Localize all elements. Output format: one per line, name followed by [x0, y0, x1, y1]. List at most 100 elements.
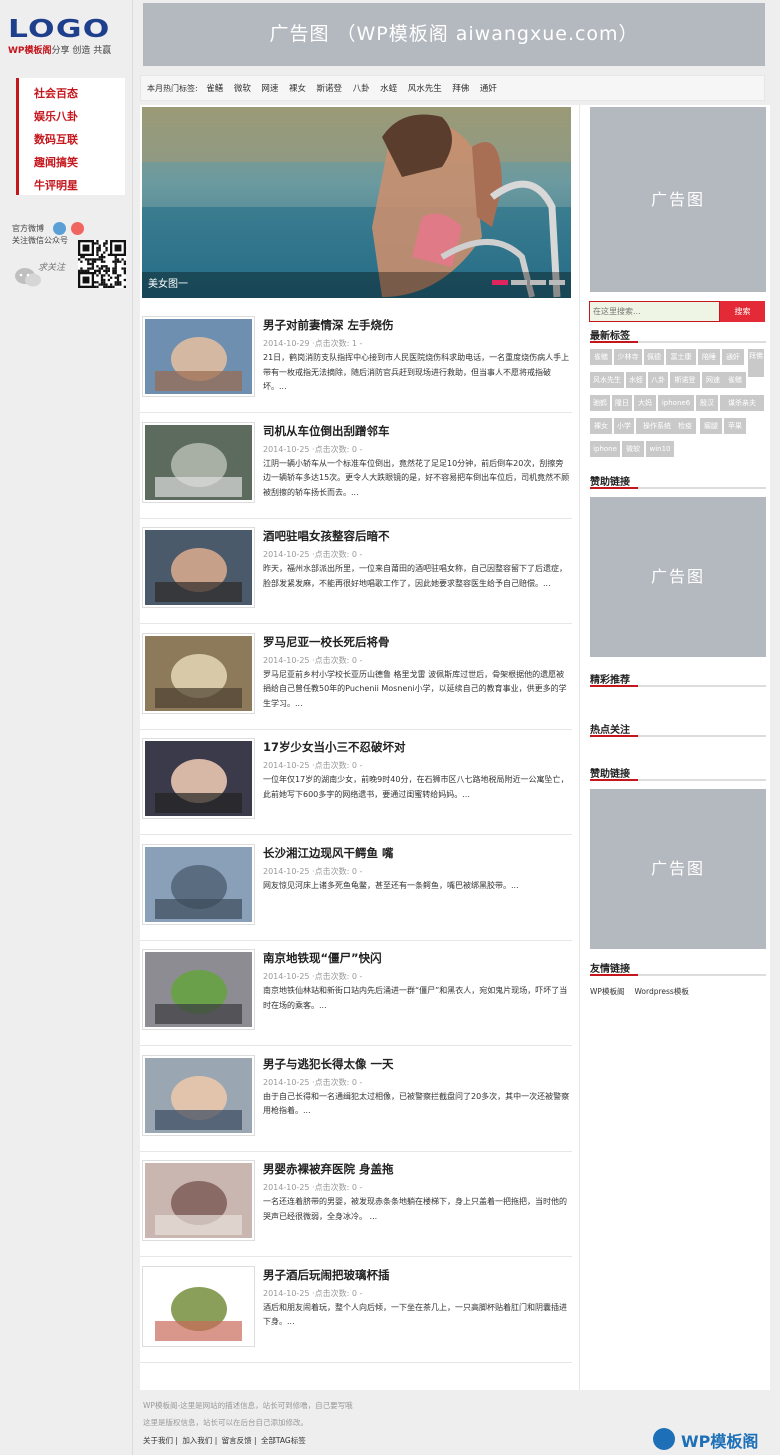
footer-links: 关于我们 | 加入我们 | 留言反馈 | 全部TAG标签 [143, 1435, 306, 1446]
post-title[interactable]: 南京地铁现“僵尸”快闪 [263, 950, 382, 966]
hot-tag[interactable]: 水蛭 [380, 84, 397, 94]
latest-tag[interactable]: 少林寺 [614, 349, 642, 365]
latest-tag[interactable]: 微软 [622, 441, 644, 457]
latest-tag[interactable]: 雀鳝 [590, 349, 612, 365]
latest-tag[interactable]: 网速 [702, 372, 724, 388]
post-thumbnail[interactable] [142, 527, 255, 608]
latest-tag[interactable]: 操作系统 [636, 418, 678, 434]
hot-title: 热点关注 [590, 721, 766, 737]
latest-tag[interactable]: 通奸 [722, 349, 744, 365]
latest-tag[interactable]: win10 [646, 441, 674, 457]
hot-tag[interactable]: 斯诺登 [317, 84, 343, 94]
post-meta: 2014-10-29 ·点击次数: 1 - [263, 339, 363, 348]
post-item: 男子对前妻情深 左手烧伤 2014-10-29 ·点击次数: 1 - 21日，鹤岗消… [140, 308, 572, 413]
post-title[interactable]: 长沙湘江边现风干鳄鱼 嘴 [263, 845, 394, 861]
post-title[interactable]: 司机从车位倒出刮蹭邻车 [263, 423, 390, 439]
latest-tag[interactable]: 苹果 [724, 418, 746, 434]
slider-dot[interactable] [492, 280, 508, 285]
latest-tag[interactable]: 殷汉 [696, 395, 718, 411]
latest-tag[interactable]: 水蛭 [626, 372, 646, 388]
post-thumbnail[interactable] [142, 949, 255, 1030]
latest-tag[interactable]: 八卦 [648, 372, 668, 388]
latest-tag[interactable]: 瘸腿 [700, 418, 722, 434]
nav-item-digital[interactable]: 数码互联 [34, 128, 125, 151]
site-logo[interactable]: LOGO WP模板阁分享 创造 共赢 [8, 16, 130, 61]
footer-description: WP模板阁-这里是网站的描述信息，站长可到修噜，自己要写哦 [143, 1401, 353, 1410]
nav-item-funny[interactable]: 趣闻搞笑 [34, 151, 125, 174]
post-title[interactable]: 罗马尼亚一校长死后将骨 [263, 634, 390, 650]
post-thumbnail[interactable] [142, 738, 255, 819]
sina-weibo-icon[interactable] [71, 222, 85, 235]
post-meta: 2014-10-25 ·点击次数: 0 - [263, 761, 363, 770]
post-thumbnail[interactable] [142, 632, 255, 714]
latest-tag[interactable]: 陪睡 [698, 349, 720, 365]
hot-tag[interactable]: 通奸 [480, 84, 497, 94]
post-meta: 2014-10-25 ·点击次数: 0 - [263, 1183, 363, 1192]
latest-tag[interactable]: 驰鹤 [590, 395, 610, 411]
post-title[interactable]: 男婴赤裸被弃医院 身盖拖 [263, 1161, 394, 1177]
latest-tag[interactable]: 大妈 [634, 395, 656, 411]
latest-tag[interactable]: 风水先生 [590, 372, 624, 388]
hot-tag[interactable]: 网速 [261, 84, 278, 94]
post-thumbnail[interactable] [142, 843, 255, 925]
friend-link[interactable]: Wordpress模板 [634, 987, 688, 996]
latest-tag[interactable]: 谋杀亲夫 [720, 395, 764, 411]
hot-tag[interactable]: 八卦 [353, 84, 370, 94]
post-item: 南京地铁现“僵尸”快闪 2014-10-25 ·点击次数: 0 - 南京地铁仙林站和… [140, 941, 572, 1046]
hot-tags-label: 本月热门标签: [147, 84, 198, 93]
latest-tag[interactable]: 拜佛 [748, 349, 764, 377]
hot-tag[interactable]: 风水先生 [408, 84, 442, 94]
latest-tag[interactable]: 富士康 [666, 349, 696, 365]
post-title[interactable]: 17岁少女当小三不忍破坏对 [263, 739, 406, 755]
sidebar-ad-1[interactable]: 广告图 [590, 107, 766, 292]
hot-tag[interactable]: 雀鳝 [206, 84, 223, 94]
nav-item-entertainment[interactable]: 娱乐八卦 [34, 105, 125, 128]
latest-tag[interactable]: iphone6 [658, 395, 694, 411]
latest-tag[interactable]: 小学 [614, 418, 634, 434]
latest-tag[interactable]: 隆日 [612, 395, 632, 411]
post-thumbnail[interactable] [142, 1160, 255, 1241]
latest-tag[interactable]: iphone [590, 441, 620, 457]
slider-dot[interactable] [549, 280, 565, 285]
post-title[interactable]: 男子酒后玩闹把玻璃杯插 [263, 1267, 390, 1283]
post-thumbnail[interactable] [142, 421, 255, 503]
friend-link[interactable]: WP模板阁 [590, 987, 624, 996]
post-title[interactable]: 男子与逃犯长得太像 一天 [263, 1056, 394, 1072]
latest-tag[interactable]: 雀鳝 [724, 372, 746, 388]
page: LOGO WP模板阁分享 创造 共赢 社会百态 娱乐八卦 数码互联 趣闻搞笑 牛… [0, 0, 780, 1455]
post-title[interactable]: 男子对前妻情深 左手烧伤 [263, 317, 394, 333]
footer-link-join[interactable]: 加入我们 [182, 1436, 212, 1445]
footer-link-tags[interactable]: 全部TAG标签 [261, 1436, 306, 1445]
sidebar-ad-2[interactable]: 广告图 [590, 497, 766, 657]
post-thumbnail[interactable] [142, 316, 255, 397]
follow-badge: 求关注 [14, 260, 74, 290]
footer-link-about[interactable]: 关于我们 [143, 1436, 173, 1445]
slider-dot[interactable] [530, 280, 546, 285]
search-input[interactable] [589, 301, 720, 322]
hot-tag[interactable]: 裸女 [289, 84, 306, 94]
post-excerpt: 网友惊见河床上诸多死鱼龟鳖，甚至还有一条鳄鱼，嘴巴被绑黑胶带。... [263, 880, 519, 890]
post-thumbnail[interactable] [142, 1265, 255, 1347]
latest-tag[interactable]: 检疫 [674, 418, 696, 434]
search-button[interactable]: 搜索 [720, 301, 765, 322]
weibo-label: 官方微博 [12, 224, 44, 233]
image-slider[interactable]: 美女图一 [142, 107, 571, 298]
slider-dot[interactable] [511, 280, 527, 285]
footer-logo[interactable]: WP模板阁 [653, 1426, 773, 1452]
hot-tag[interactable]: 拜佛 [452, 84, 469, 94]
tencent-weibo-icon[interactable] [52, 222, 66, 235]
nav-item-social[interactable]: 社会百态 [34, 82, 125, 105]
post-item: 罗马尼亚一校长死后将骨 2014-10-25 ·点击次数: 0 - 罗马尼亚前乡村小… [140, 625, 572, 730]
footer-link-feedback[interactable]: 留言反馈 [222, 1436, 252, 1445]
sidebar-ad-3[interactable]: 广告图 [590, 789, 766, 949]
latest-tag[interactable]: 佩德 [644, 349, 664, 365]
top-ad-banner[interactable]: 广告图 （WP模板阁 aiwangxue.com） [143, 3, 765, 66]
post-excerpt: 21日，鹤岗消防支队指挥中心接到市人民医院烧伤科求助电话，一名重度烧伤病人手上带… [263, 353, 570, 391]
post-image [145, 1163, 252, 1238]
latest-tag[interactable]: 裸女 [590, 418, 612, 434]
post-title[interactable]: 酒吧驻唱女孩整容后暗不 [263, 528, 390, 544]
post-thumbnail[interactable] [142, 1054, 255, 1136]
latest-tag[interactable]: 斯诺登 [670, 372, 700, 388]
nav-item-stars[interactable]: 牛评明星 [34, 174, 125, 197]
hot-tag[interactable]: 微软 [234, 84, 251, 94]
